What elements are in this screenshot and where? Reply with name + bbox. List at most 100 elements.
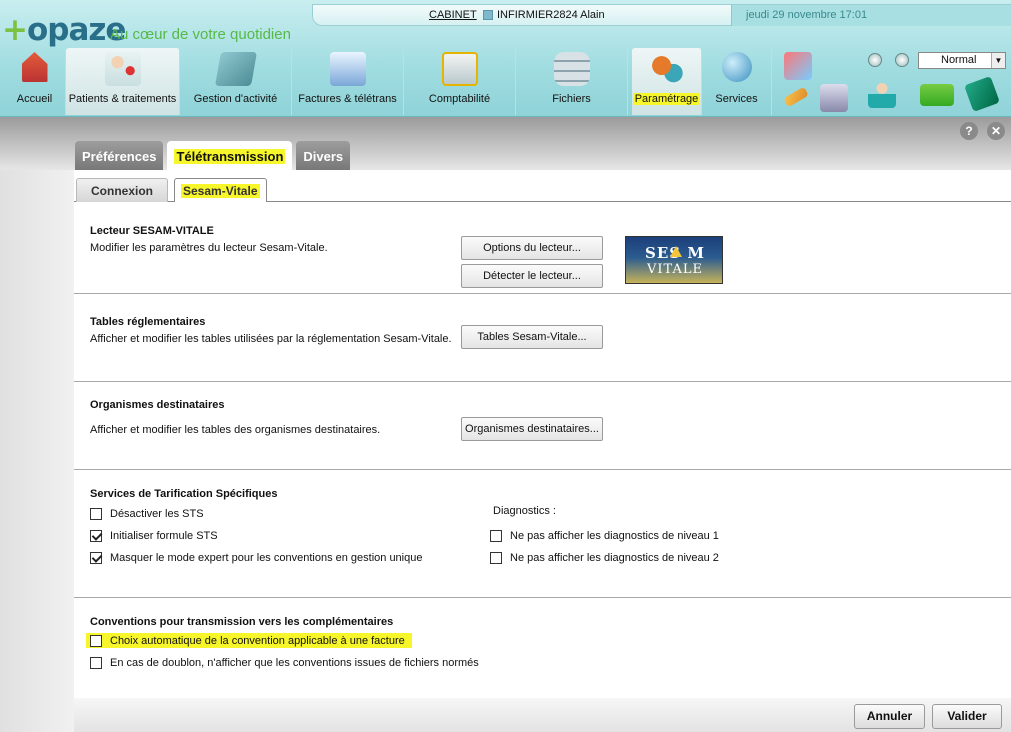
logo: +opaze Au cœur de votre quotidien xyxy=(0,6,310,48)
chevron-down-icon: ▼ xyxy=(991,53,1005,68)
sub-tabs: Connexion Sesam-Vitale xyxy=(76,178,267,203)
detect-reader-button[interactable]: Détecter le lecteur... xyxy=(461,264,603,288)
nav-label: Comptabilité xyxy=(428,93,491,105)
calculator-icon xyxy=(441,52,478,86)
patients-icon xyxy=(104,52,141,86)
close-icon[interactable]: ✕ xyxy=(987,122,1005,140)
calculator-small-icon[interactable] xyxy=(964,76,1000,112)
checkbox-label: Initialiser formule STS xyxy=(110,530,218,542)
disable-sts-checkbox[interactable]: Désactiver les STS xyxy=(90,508,204,520)
gears-icon xyxy=(648,52,685,86)
folder-icon xyxy=(214,52,257,86)
hide-diag-2-checkbox[interactable]: Ne pas afficher les diagnostics de nivea… xyxy=(490,552,719,564)
checkbox[interactable] xyxy=(90,508,102,520)
diagnostics-label: Diagnostics : xyxy=(493,505,556,517)
nav-patients[interactable]: Patients & traitements xyxy=(66,48,180,115)
sesam-vitale-logo: SES M VITALE xyxy=(625,236,723,284)
section-title: Services de Tarification Spécifiques xyxy=(90,488,278,500)
nav-label: Services xyxy=(715,93,758,105)
pencil-icon[interactable] xyxy=(783,86,809,108)
nav-label: Factures & télétrans xyxy=(298,93,397,105)
tab-teletransmission[interactable]: Télétransmission xyxy=(167,141,293,170)
user-name: INFIRMIER2824 Alain xyxy=(497,9,605,21)
left-margin xyxy=(0,170,74,732)
checkbox-label: Choix automatique de la convention appli… xyxy=(110,635,405,647)
doublon-checkbox[interactable]: En cas de doublon, n'afficher que les co… xyxy=(90,657,479,669)
logo-triangle xyxy=(670,246,682,257)
header: +opaze Au cœur de votre quotidien CABINE… xyxy=(0,0,1011,117)
chart-icon[interactable] xyxy=(784,52,812,80)
nav-label: Accueil xyxy=(16,93,53,105)
settings-panel: Lecteur SESAM-VITALE Modifier les paramè… xyxy=(74,202,1011,698)
globe-icon xyxy=(721,52,752,82)
user-icon xyxy=(483,10,493,20)
nav-accueil[interactable]: Accueil xyxy=(4,48,66,115)
dialog-footer: Annuler Valider xyxy=(74,698,1011,732)
database-icon xyxy=(553,52,590,86)
init-sts-checkbox[interactable]: Initialiser formule STS xyxy=(90,530,218,542)
checkbox-label: Masquer le mode expert pour les conventi… xyxy=(110,552,423,564)
reader-options-button[interactable]: Options du lecteur... xyxy=(461,236,603,260)
nav-fichiers[interactable]: Fichiers xyxy=(516,48,628,115)
organismes-button[interactable]: Organismes destinataires... xyxy=(461,417,603,441)
tab-divers[interactable]: Divers xyxy=(296,141,351,170)
logo-text-bottom: VITALE xyxy=(647,262,703,277)
nav-label: Fichiers xyxy=(552,93,591,105)
tab-connexion[interactable]: Connexion xyxy=(76,178,168,202)
tab-label: Sesam-Vitale xyxy=(181,184,260,198)
zoom-out-icon[interactable] xyxy=(868,53,882,67)
checkbox[interactable] xyxy=(90,552,102,564)
tab-sesam-vitale[interactable]: Sesam-Vitale xyxy=(174,178,267,203)
zoom-select[interactable]: Normal ▼ xyxy=(918,52,1006,69)
section-title: Tables réglementaires xyxy=(90,316,206,328)
vitale-card-icon[interactable] xyxy=(920,84,954,106)
checkbox[interactable] xyxy=(90,635,102,647)
checkbox-label: Ne pas afficher les diagnostics de nivea… xyxy=(510,552,719,564)
logo-plus: + xyxy=(2,12,28,48)
validate-button[interactable]: Valider xyxy=(932,704,1002,729)
section-title: Lecteur SESAM-VITALE xyxy=(90,225,214,237)
section-desc: Afficher et modifier les tables utilisée… xyxy=(90,333,452,345)
nav-gestion[interactable]: Gestion d'activité xyxy=(180,48,292,115)
date-display: jeudi 29 novembre 17:01 xyxy=(731,5,1011,26)
nurse-icon[interactable] xyxy=(868,80,896,108)
help-icon[interactable]: ? xyxy=(960,122,978,140)
hide-diag-1-checkbox[interactable]: Ne pas afficher les diagnostics de nivea… xyxy=(490,530,719,542)
invoice-icon xyxy=(329,52,366,86)
checkbox-label: Ne pas afficher les diagnostics de nivea… xyxy=(510,530,719,542)
nav-services[interactable]: Services xyxy=(702,48,772,115)
auto-convention-checkbox[interactable]: Choix automatique de la convention appli… xyxy=(90,635,405,647)
checkbox[interactable] xyxy=(90,657,102,669)
nav-label: Patients & traitements xyxy=(68,93,177,105)
hide-expert-mode-checkbox[interactable]: Masquer le mode expert pour les conventi… xyxy=(90,552,422,564)
section-lecteur: Lecteur SESAM-VITALE Modifier les paramè… xyxy=(74,202,1011,294)
section-desc: Modifier les paramètres du lecteur Sesam… xyxy=(90,242,328,254)
section-title: Conventions pour transmission vers les c… xyxy=(90,616,394,628)
tab-label: Télétransmission xyxy=(174,149,286,164)
checkbox[interactable] xyxy=(490,530,502,542)
tagline: Au cœur de votre quotidien xyxy=(110,26,291,43)
tables-sesam-vitale-button[interactable]: Tables Sesam-Vitale... xyxy=(461,325,603,349)
nav-label: Gestion d'activité xyxy=(193,93,278,105)
section-conventions: Conventions pour transmission vers les c… xyxy=(74,598,1011,698)
nav-label: Paramétrage xyxy=(632,93,701,105)
nav-comptabilite[interactable]: Comptabilité xyxy=(404,48,516,115)
checkbox[interactable] xyxy=(490,552,502,564)
tool-icon[interactable] xyxy=(820,84,848,112)
zoom-in-icon[interactable] xyxy=(895,53,909,67)
section-desc: Afficher et modifier les tables des orga… xyxy=(90,424,381,436)
tab-preferences[interactable]: Préférences xyxy=(75,141,164,170)
nav-factures[interactable]: Factures & télétrans xyxy=(292,48,404,115)
main-tabs: Préférences Télétransmission Divers xyxy=(75,141,351,170)
section-organismes: Organismes destinataires Afficher et mod… xyxy=(74,382,1011,470)
section-title: Organismes destinataires xyxy=(90,399,225,411)
app-window: +opaze Au cœur de votre quotidien CABINE… xyxy=(0,0,1011,732)
main-nav: Accueil Patients & traitements Gestion d… xyxy=(4,48,772,115)
section-sts: Services de Tarification Spécifiques Dia… xyxy=(74,470,1011,598)
checkbox-label: En cas de doublon, n'afficher que les co… xyxy=(110,657,479,669)
checkbox[interactable] xyxy=(90,530,102,542)
cabinet-link[interactable]: CABINET xyxy=(429,9,477,21)
nav-parametrage[interactable]: Paramétrage xyxy=(632,48,702,115)
cancel-button[interactable]: Annuler xyxy=(854,704,925,729)
section-tables: Tables réglementaires Afficher et modifi… xyxy=(74,294,1011,382)
